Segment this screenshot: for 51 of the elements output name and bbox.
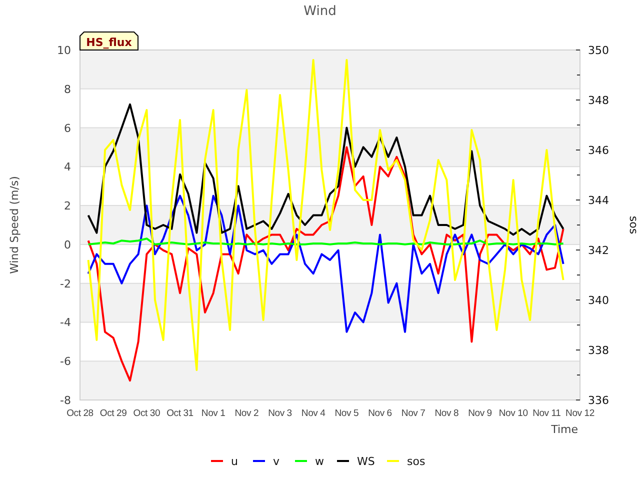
x-tick-label: Nov 6 [368, 408, 392, 419]
legend-label: WS [357, 455, 375, 468]
y-tick-label: 10 [57, 44, 71, 57]
y2-tick-label: 348 [588, 94, 609, 107]
y2-tick-label: 346 [588, 144, 609, 157]
chart-title: Wind [304, 4, 336, 19]
y-tick-label: 2 [64, 200, 71, 213]
x-tick-label: Nov 10 [498, 408, 528, 419]
y-tick-label: 6 [64, 122, 71, 135]
y2-tick-label: 344 [588, 194, 609, 207]
series-badge: HS_flux [80, 32, 138, 50]
x-tick-label: Nov 4 [301, 408, 326, 419]
tick-mark [576, 124, 580, 126]
y-tick-label: -2 [60, 277, 71, 290]
y2-tick-label: 340 [588, 294, 609, 307]
y-tick-label: -4 [60, 316, 71, 330]
legend-label: sos [407, 455, 426, 468]
y2-tick-label: 336 [588, 394, 609, 407]
y-tick-label: 4 [64, 160, 71, 174]
legend-label: v [273, 455, 280, 468]
tick-mark [576, 374, 580, 376]
y-tick-label: -6 [60, 355, 71, 368]
x-tick-label: Oct 28 [66, 408, 94, 419]
tick-mark [576, 174, 580, 176]
x-tick-label: Oct 31 [166, 408, 194, 419]
y2-tick-label: 342 [588, 244, 609, 257]
legend-label: w [315, 455, 324, 468]
tick-mark [576, 324, 580, 326]
x-tick-label: Nov 11 [532, 408, 561, 419]
x-tick-label: Oct 30 [133, 408, 160, 419]
y2-tick-label: 338 [588, 344, 609, 357]
y-tick-label: -8 [60, 394, 71, 407]
y2-tick-label: 350 [588, 44, 609, 57]
y2-axis-label: sos [627, 216, 640, 234]
tick-mark [576, 224, 580, 226]
tick-mark [576, 74, 580, 76]
x-tick-label: Nov 7 [401, 408, 426, 419]
y-axis-label: Wind Speed (m/s) [8, 176, 21, 274]
y-tick-label: 8 [64, 82, 71, 96]
x-tick-label: Nov 1 [201, 408, 226, 419]
x-tick-label: Nov 5 [334, 408, 359, 419]
x-tick-label: Nov 8 [434, 408, 459, 419]
legend-label: u [231, 455, 238, 468]
x-tick-label: Nov 3 [268, 408, 292, 419]
tick-mark [576, 274, 580, 276]
x-axis-label: Time [551, 423, 578, 436]
x-tick-label: Oct 29 [100, 408, 127, 419]
x-tick-label: Nov 2 [234, 408, 259, 419]
x-tick-label: Nov 9 [468, 408, 492, 419]
x-tick-label: Nov 12 [566, 408, 594, 419]
y-tick-label: 0 [64, 238, 71, 252]
